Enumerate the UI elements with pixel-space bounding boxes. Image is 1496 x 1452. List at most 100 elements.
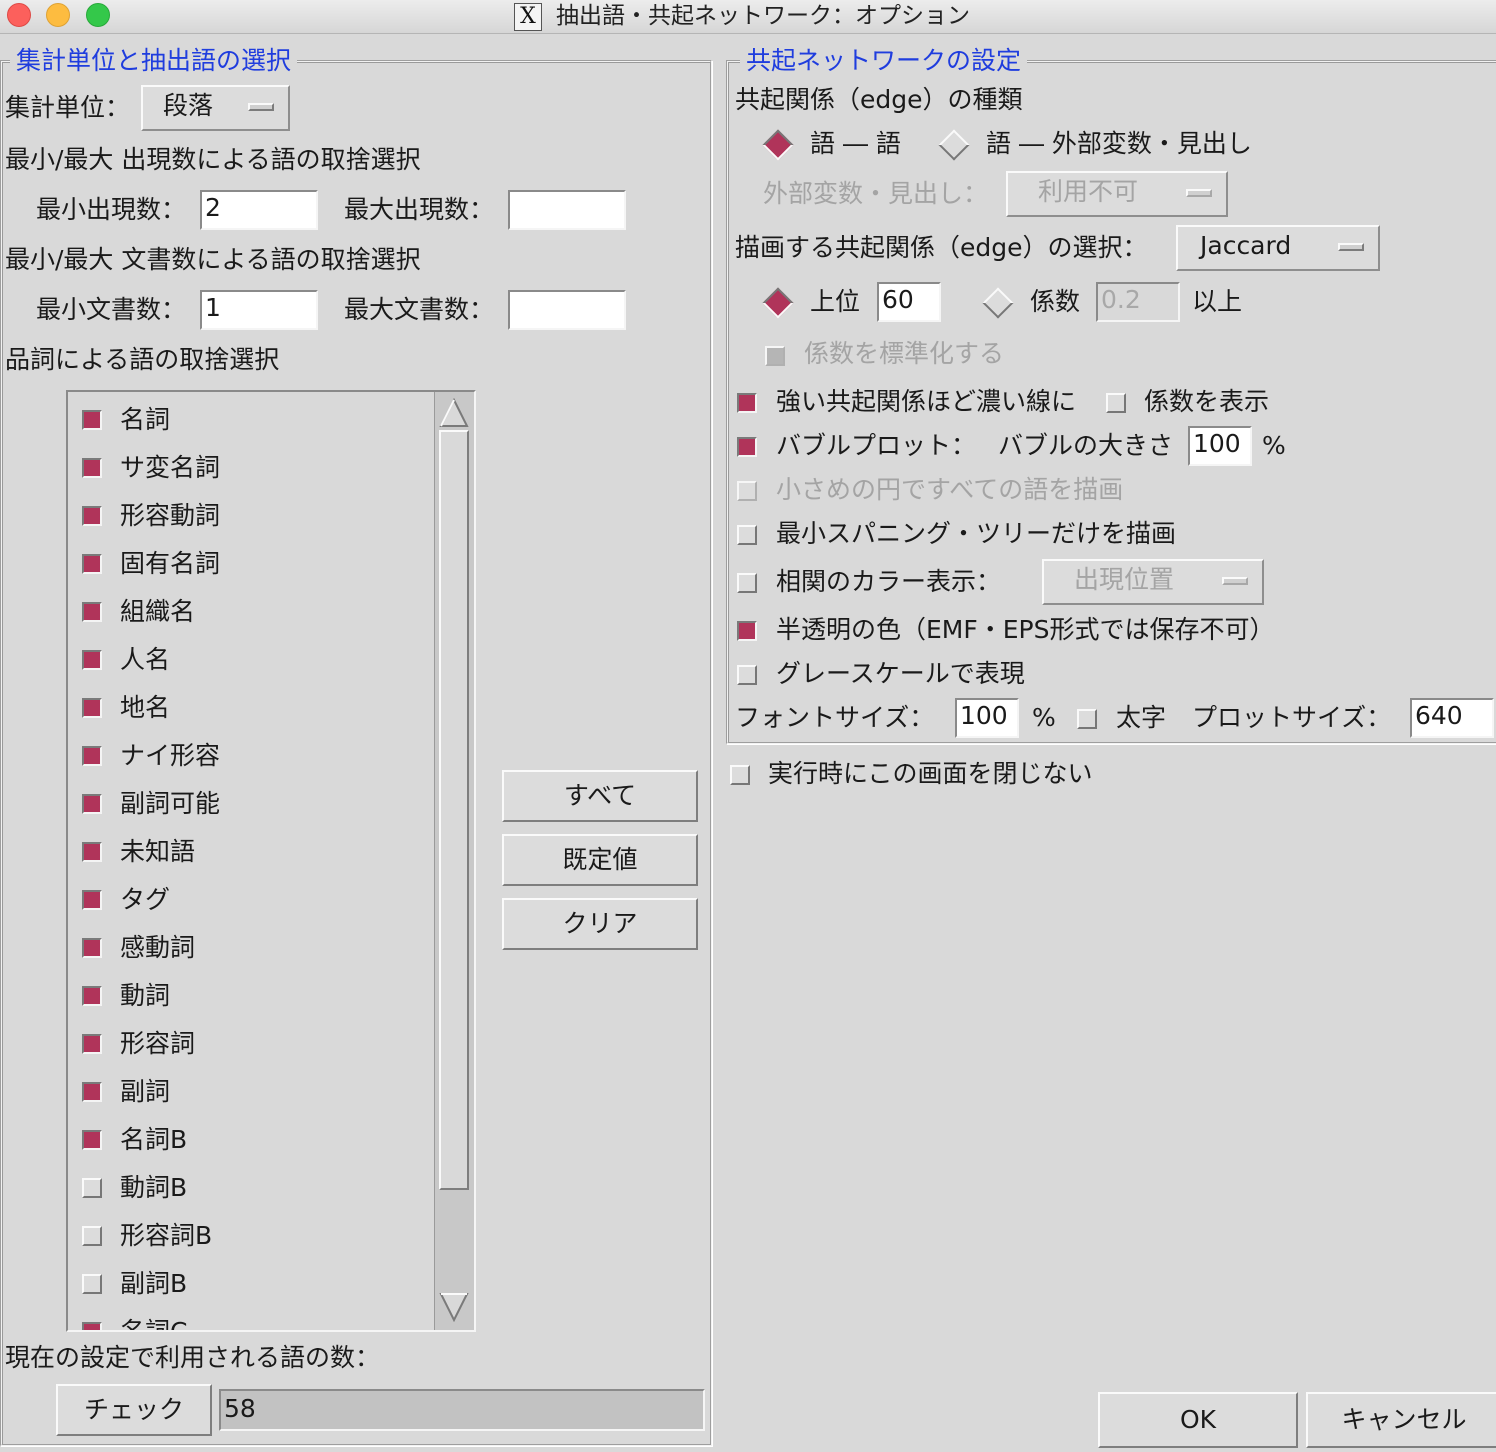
show-coef-checkbox[interactable] (1106, 393, 1126, 413)
pos-list-item[interactable]: 名詞B (78, 1116, 428, 1164)
strong-dark-checkbox[interactable] (737, 393, 757, 413)
pos-checkbox[interactable] (82, 698, 102, 718)
pos-list-items: 名詞 サ変名詞 形容動詞 固有名詞 組織名 人名 地名 ナイ形容 副詞可能 未知語 タグ 感動詞 動詞形… (68, 392, 434, 1330)
bubble-plot-checkbox[interactable] (737, 437, 757, 457)
scroll-down-arrow-icon[interactable] (439, 1292, 469, 1322)
pos-list-item[interactable]: 副詞可能 (78, 780, 428, 828)
pos-checkbox[interactable] (82, 794, 102, 814)
small-circle-label: 小さめの円ですべての語を描画 (776, 475, 1124, 504)
pos-checkbox[interactable] (82, 938, 102, 958)
scroll-up-arrow-icon[interactable] (439, 398, 469, 428)
select-all-button[interactable]: すべて (502, 770, 698, 822)
pos-item-label: 副詞可能 (120, 789, 221, 818)
pos-item-label: 副詞B (120, 1269, 188, 1298)
bold-checkbox[interactable] (1077, 709, 1097, 729)
small-circle-checkbox[interactable] (737, 481, 757, 501)
pos-checkbox[interactable] (82, 1274, 102, 1294)
pos-list-item[interactable]: 形容動詞 (78, 492, 428, 540)
x11-app-icon: X (514, 3, 542, 31)
plot-size-input[interactable]: 640 (1410, 698, 1494, 738)
top-n-input[interactable]: 60 (877, 282, 941, 322)
unit-select-value: 段落 (163, 91, 214, 120)
pos-checkbox[interactable] (82, 1178, 102, 1198)
menu-indicator-icon (1186, 189, 1212, 197)
pos-list-scrollbar[interactable] (434, 392, 474, 1330)
pos-checkbox[interactable] (82, 410, 102, 430)
pos-list-item[interactable]: ナイ形容 (78, 732, 428, 780)
network-settings-legend: 共起ネットワークの設定 (740, 46, 1028, 76)
external-var-label: 外部変数・見出し： (763, 179, 989, 208)
minimize-window-button[interactable] (46, 3, 70, 27)
external-var-select[interactable]: 利用不可 (1006, 171, 1228, 217)
close-window-button[interactable] (7, 3, 31, 27)
edge-type-label: 共起関係（edge）の種類 (735, 85, 1023, 114)
pos-checkbox[interactable] (82, 746, 102, 766)
mst-label: 最小スパニング・ツリーだけを描画 (776, 519, 1177, 548)
translucent-checkbox[interactable] (737, 621, 757, 641)
pos-list-item[interactable]: 固有名詞 (78, 540, 428, 588)
pos-checkbox[interactable] (82, 1322, 102, 1330)
pos-item-label: 固有名詞 (120, 549, 221, 578)
min-doc-input[interactable]: 1 (200, 290, 318, 330)
keep-open-label: 実行時にこの画面を閉じない (768, 759, 1093, 788)
scroll-thumb[interactable] (439, 430, 469, 1190)
check-button[interactable]: チェック (56, 1384, 212, 1436)
pos-checkbox[interactable] (82, 554, 102, 574)
pos-list-item[interactable]: 組織名 (78, 588, 428, 636)
edge-method-select[interactable]: Jaccard (1176, 225, 1380, 271)
grayscale-checkbox[interactable] (737, 665, 757, 685)
zoom-window-button[interactable] (86, 3, 110, 27)
ok-button[interactable]: OK (1098, 1392, 1298, 1448)
show-coef-label: 係数を表示 (1144, 387, 1270, 416)
pos-list-item[interactable]: 副詞 (78, 1068, 428, 1116)
pos-item-label: 形容詞B (120, 1221, 213, 1250)
edge-method-value: Jaccard (1200, 231, 1292, 260)
pos-checkbox[interactable] (82, 1034, 102, 1054)
unit-label: 集計単位： (5, 93, 131, 122)
max-doc-input[interactable] (508, 290, 626, 330)
mst-checkbox[interactable] (737, 525, 757, 545)
pos-list-item[interactable]: 人名 (78, 636, 428, 684)
pos-list-item[interactable]: 動詞 (78, 972, 428, 1020)
pos-list: 名詞 サ変名詞 形容動詞 固有名詞 組織名 人名 地名 ナイ形容 副詞可能 未知語 タグ 感動詞 動詞形… (66, 390, 476, 1332)
menu-indicator-icon (1222, 577, 1248, 585)
font-size-input[interactable]: 100 (955, 698, 1019, 738)
standardize-checkbox[interactable] (765, 346, 785, 366)
unit-select[interactable]: 段落 (141, 85, 290, 131)
color-correlation-checkbox[interactable] (737, 573, 757, 593)
cancel-button[interactable]: キャンセル (1306, 1392, 1496, 1448)
coefficient-input[interactable]: 0.2 (1096, 282, 1180, 322)
pos-checkbox[interactable] (82, 1130, 102, 1150)
min-freq-input[interactable]: 2 (200, 190, 318, 230)
color-correlation-select[interactable]: 出現位置 (1042, 559, 1264, 605)
keep-open-checkbox[interactable] (730, 765, 750, 785)
pos-list-item[interactable]: サ変名詞 (78, 444, 428, 492)
max-doc-label: 最大文書数： (344, 295, 495, 324)
edge-select-label: 描画する共起関係（edge）の選択： (735, 233, 1148, 262)
pos-list-item[interactable]: 地名 (78, 684, 428, 732)
pos-list-item[interactable]: 副詞B (78, 1260, 428, 1308)
pos-checkbox[interactable] (82, 986, 102, 1006)
pos-checkbox[interactable] (82, 458, 102, 478)
pos-checkbox[interactable] (82, 890, 102, 910)
pos-list-item[interactable]: タグ (78, 876, 428, 924)
pos-list-item[interactable]: 未知語 (78, 828, 428, 876)
pos-checkbox[interactable] (82, 1082, 102, 1102)
pos-checkbox[interactable] (82, 1226, 102, 1246)
bubble-size-input[interactable]: 100 (1188, 426, 1252, 466)
pos-list-item[interactable]: 形容詞 (78, 1020, 428, 1068)
pos-list-item[interactable]: 形容詞B (78, 1212, 428, 1260)
pos-checkbox[interactable] (82, 602, 102, 622)
pos-list-item[interactable]: 名詞C (78, 1308, 428, 1330)
pos-list-item[interactable]: 感動詞 (78, 924, 428, 972)
default-button[interactable]: 既定値 (502, 834, 698, 886)
pos-checkbox[interactable] (82, 842, 102, 862)
pos-list-item[interactable]: 動詞B (78, 1164, 428, 1212)
max-freq-input[interactable] (508, 190, 626, 230)
pos-item-label: 副詞 (120, 1077, 171, 1106)
bold-label: 太字 (1116, 703, 1167, 732)
pos-checkbox[interactable] (82, 506, 102, 526)
pos-list-item[interactable]: 名詞 (78, 396, 428, 444)
pos-checkbox[interactable] (82, 650, 102, 670)
clear-button[interactable]: クリア (502, 898, 698, 950)
